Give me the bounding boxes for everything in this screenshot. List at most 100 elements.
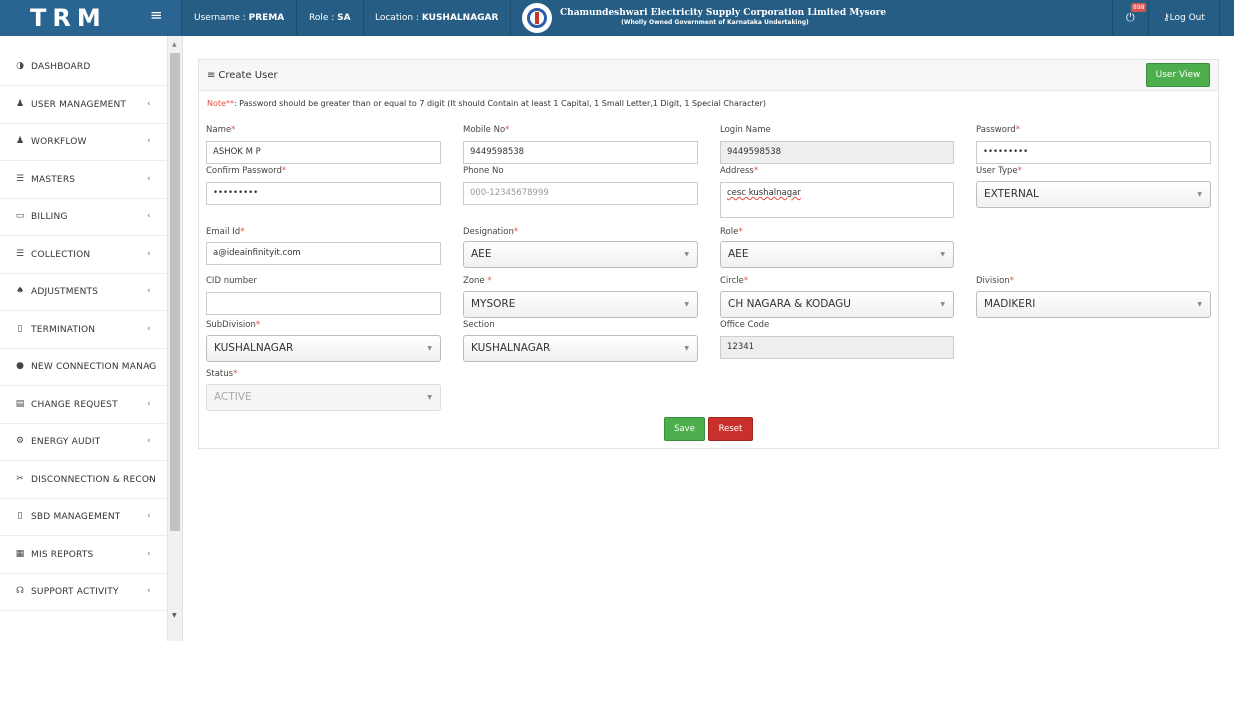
- sidebar-item-sbd-management[interactable]: ▯ SBD MANAGEMENT ‹: [0, 498, 168, 536]
- brand-logo-text[interactable]: TRM: [30, 4, 107, 32]
- user-icon: ♟: [15, 99, 25, 109]
- key-icon: ⚷: [1163, 13, 1170, 23]
- role-select[interactable]: AEE ▼: [720, 241, 954, 268]
- scrollbar-thumb[interactable]: [170, 53, 180, 531]
- list-icon: ☰: [15, 249, 25, 259]
- box-icon: ▯: [17, 511, 23, 521]
- sidebar-item-mis-reports[interactable]: ▦ MIS REPORTS ‹: [0, 536, 168, 574]
- circle-select[interactable]: CH NAGARA & KODAGU ▼: [720, 291, 954, 318]
- username-label: Username :: [194, 13, 249, 23]
- logout-label: Log Out: [1169, 13, 1205, 23]
- sidebar-item-billing[interactable]: ▭ BILLING ‹: [0, 198, 168, 236]
- sidebar-item-change-request[interactable]: ▤ CHANGE REQUEST ‹: [0, 386, 168, 424]
- confirm-password-field[interactable]: •••••••••: [206, 182, 441, 205]
- org-subtitle: (Wholly Owned Government of Karnataka Un…: [621, 19, 809, 26]
- notification-button[interactable]: ⏻ 898: [1112, 0, 1148, 36]
- sidebar-item-user-management[interactable]: ♟ USER MANAGEMENT ‹: [0, 86, 168, 124]
- note-prefix: Note**: [207, 99, 234, 108]
- sidebar-item-adjustments[interactable]: ♠ ADJUSTMENTS ‹: [0, 273, 168, 311]
- sidebar-item-label: CHANGE REQUEST: [31, 400, 118, 410]
- designation-select[interactable]: AEE ▼: [463, 241, 698, 268]
- chevron-left-icon: ‹: [147, 249, 151, 259]
- chevron-left-icon: ‹: [147, 549, 151, 559]
- org-logo: [522, 3, 552, 33]
- chevron-left-icon: ‹: [147, 136, 151, 146]
- role-value: SA: [337, 13, 351, 23]
- top-navbar: TRM ≡ Username : PREMA Role : SA Locatio…: [0, 0, 1234, 36]
- sidebar-item-label: NEW CONNECTION MANAGEMENT: [31, 362, 156, 372]
- org-name: Chamundeshwari Electricity Supply Corpor…: [560, 8, 887, 18]
- scroll-down-icon[interactable]: ▼: [172, 612, 177, 619]
- status-select[interactable]: ACTIVE ▼: [206, 384, 441, 411]
- scissors-icon: ✂: [16, 474, 24, 484]
- location-label: Location :: [375, 13, 422, 23]
- brand-area: TRM ≡: [0, 0, 182, 36]
- zone-label: Zone *: [463, 276, 492, 286]
- location-info: Location : KUSHALNAGAR: [363, 0, 512, 36]
- logout-button[interactable]: ⚷Log Out: [1148, 0, 1220, 36]
- sidebar-item-label: TERMINATION: [31, 325, 96, 335]
- office-code-field[interactable]: 12341: [720, 336, 954, 359]
- caret-down-icon: ▼: [1197, 191, 1202, 198]
- sidebar-item-label: WORKFLOW: [31, 137, 87, 147]
- cid-label: CID number: [206, 276, 257, 286]
- password-field[interactable]: •••••••••: [976, 141, 1211, 164]
- mobile-field[interactable]: 9449598538: [463, 141, 698, 164]
- user-type-label: User Type*: [976, 166, 1022, 176]
- save-button[interactable]: Save: [664, 417, 705, 441]
- caret-down-icon: ▼: [940, 251, 945, 258]
- caret-down-icon: ▼: [427, 345, 432, 352]
- circle-label: Circle*: [720, 276, 749, 286]
- menu-toggle-icon[interactable]: ≡: [150, 6, 163, 24]
- office-code-label: Office Code: [720, 320, 770, 330]
- scroll-up-icon[interactable]: ▲: [172, 41, 177, 48]
- sidebar-item-dashboard[interactable]: ◑ DASHBOARD: [0, 48, 168, 86]
- chevron-left-icon: ‹: [147, 174, 151, 184]
- name-field[interactable]: ASHOK M P: [206, 141, 441, 164]
- zone-select[interactable]: MYSORE ▼: [463, 291, 698, 318]
- chevron-left-icon: ‹: [147, 361, 151, 371]
- sidebar-scrollbar[interactable]: ▲ ▼: [168, 36, 183, 641]
- email-field[interactable]: a@ideainfinityit.com: [206, 242, 441, 265]
- designation-label: Designation*: [463, 227, 519, 237]
- sidebar-item-disconnection-reconnection[interactable]: ✂ DISCONNECTION & RECONNECTION‹: [0, 461, 168, 499]
- table-icon: ▤: [15, 399, 25, 409]
- cid-field[interactable]: [206, 292, 441, 315]
- user-type-select[interactable]: EXTERNAL ▼: [976, 181, 1211, 208]
- note-text: : Password should be greater than or equ…: [233, 99, 766, 108]
- sidebar-item-energy-audit[interactable]: ⚙ ENERGY AUDIT ‹: [0, 423, 168, 461]
- sidebar-item-workflow[interactable]: ♟ WORKFLOW ‹: [0, 123, 168, 161]
- notification-badge: 898: [1131, 3, 1147, 12]
- sidebar-item-termination[interactable]: ▯ TERMINATION ‹: [0, 311, 168, 349]
- location-value: KUSHALNAGAR: [421, 13, 499, 23]
- binoculars-icon: ♠: [15, 286, 25, 296]
- caret-down-icon: ▼: [427, 394, 432, 401]
- sidebar-item-label: ADJUSTMENTS: [31, 287, 99, 297]
- subdivision-select[interactable]: KUSHALNAGAR ▼: [206, 335, 441, 362]
- section-label: Section: [463, 320, 495, 330]
- chevron-left-icon: ‹: [147, 99, 151, 109]
- user-view-button[interactable]: User View: [1146, 63, 1210, 87]
- panel-title-text: Create User: [218, 70, 278, 81]
- sidebar-item-masters[interactable]: ☰ MASTERS ‹: [0, 161, 168, 199]
- chevron-left-icon: ‹: [147, 399, 151, 409]
- sidebar-item-label: USER MANAGEMENT: [31, 100, 127, 110]
- login-name-field[interactable]: 9449598538: [720, 141, 954, 164]
- username-value: PREMA: [248, 13, 285, 23]
- password-note: Note**: Password should be greater than …: [207, 99, 766, 108]
- password-label: Password*: [976, 125, 1020, 135]
- reset-button[interactable]: Reset: [708, 417, 753, 441]
- sidebar-item-new-connection-management[interactable]: ● NEW CONNECTION MANAGEMENT‹: [0, 348, 168, 386]
- division-select[interactable]: MADIKERI ▼: [976, 291, 1211, 318]
- address-textarea[interactable]: cesc kushalnagar: [720, 182, 954, 218]
- power-icon: ⏻: [1126, 11, 1135, 24]
- section-select[interactable]: KUSHALNAGAR ▼: [463, 335, 698, 362]
- sidebar-item-collection[interactable]: ☰ COLLECTION ‹: [0, 236, 168, 274]
- sidebar-item-support-activity[interactable]: ☊ SUPPORT ACTIVITY ‹: [0, 573, 168, 611]
- chevron-left-icon: ‹: [147, 436, 151, 446]
- chevron-left-icon: ‹: [147, 511, 151, 521]
- panel-title: ≡ Create User: [207, 70, 278, 81]
- login-name-label: Login Name: [720, 125, 771, 135]
- sidebar: ◑ DASHBOARD ♟ USER MANAGEMENT ‹ ♟ WORKFLOW ‹ ☰ MA…: [0, 36, 168, 641]
- phone-field[interactable]: 000-12345678999: [463, 182, 698, 205]
